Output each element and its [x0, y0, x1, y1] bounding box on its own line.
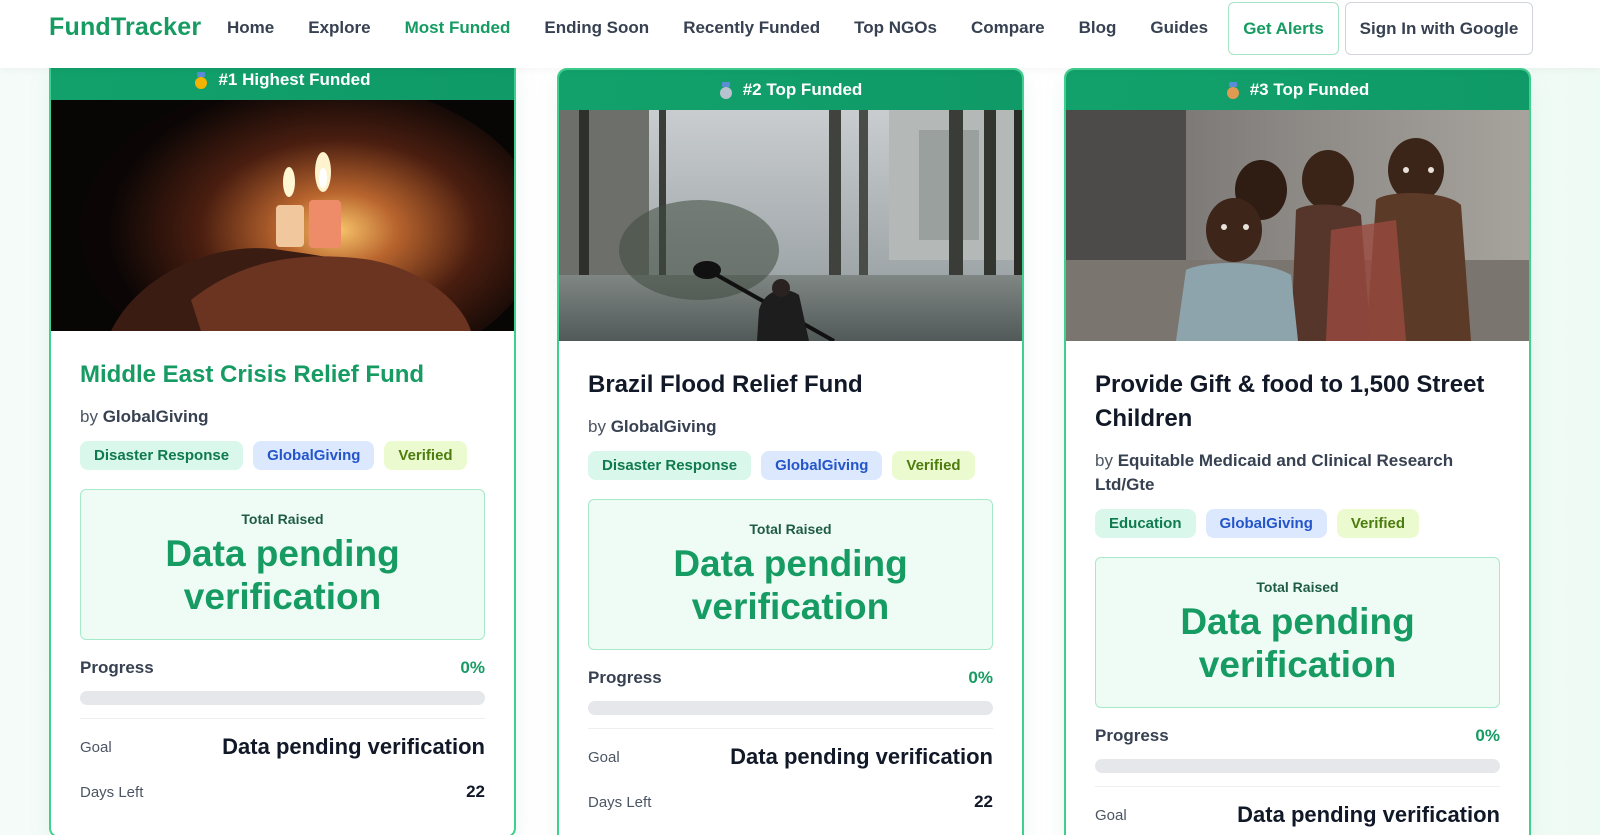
- divider: [588, 728, 993, 729]
- campaign-byline: by Equitable Medicaid and Clinical Resea…: [1095, 449, 1500, 497]
- progress-label: Progress: [588, 668, 662, 687]
- days-left-label: Days Left: [80, 783, 144, 801]
- total-raised-value: Data pending verification: [673, 543, 908, 627]
- campaign-image-candles: [51, 100, 514, 331]
- nav-link-most-funded[interactable]: Most Funded: [405, 18, 511, 38]
- campaign-image-flood: [559, 110, 1022, 341]
- verified-tag: Verified: [892, 451, 975, 480]
- goal-row: Goal Data pending verification: [588, 744, 993, 770]
- rank-label: #2 Top Funded: [742, 80, 863, 99]
- category-tag[interactable]: Education: [1095, 509, 1196, 538]
- source-tag[interactable]: GlobalGiving: [1205, 509, 1327, 538]
- progress-bar: [1095, 759, 1500, 773]
- source-tag[interactable]: GlobalGiving: [253, 441, 375, 470]
- by-prefix: by: [588, 417, 606, 436]
- goal-label: Goal: [588, 748, 620, 766]
- by-prefix: by: [80, 407, 98, 426]
- organization-name[interactable]: GlobalGiving: [611, 417, 717, 436]
- progress-bar: [80, 691, 485, 705]
- progress-label: Progress: [1095, 726, 1169, 745]
- days-left-value: 22: [466, 782, 485, 801]
- category-tag[interactable]: Disaster Response: [588, 451, 752, 480]
- total-raised-label: Total Raised: [241, 511, 324, 527]
- nav-link-blog[interactable]: Blog: [1079, 18, 1117, 38]
- campaign-title[interactable]: Middle East Crisis Relief Fund: [80, 358, 485, 392]
- get-alerts-button[interactable]: Get Alerts: [1228, 2, 1339, 55]
- rank-banner: #2 Top Funded: [559, 70, 1022, 110]
- candles-photo: [51, 100, 514, 331]
- total-raised-box: Total Raised Data pending verification: [588, 499, 993, 650]
- campaign-title[interactable]: Provide Gift & food to 1,500 Street Chil…: [1095, 368, 1500, 436]
- tag-list: Disaster Response GlobalGiving Verified: [588, 451, 993, 480]
- campaign-card-2[interactable]: #2 Top Funded Brazil Flood Relief Fund b…: [557, 68, 1024, 835]
- progress-row: Progress 0%: [1095, 726, 1500, 746]
- top-nav: FundTracker Home Explore Most Funded End…: [0, 0, 1600, 68]
- sign-in-google-button[interactable]: Sign In with Google: [1345, 2, 1533, 55]
- nav-link-home[interactable]: Home: [227, 18, 274, 38]
- progress-label: Progress: [80, 658, 154, 677]
- rank-label: #1 Highest Funded: [218, 70, 371, 89]
- organization-name[interactable]: Equitable Medicaid and Clinical Research…: [1095, 451, 1453, 494]
- total-raised-label: Total Raised: [749, 521, 832, 537]
- goal-label: Goal: [80, 738, 112, 756]
- progress-row: Progress 0%: [80, 658, 485, 678]
- goal-value: Data pending verification: [1237, 802, 1500, 827]
- by-prefix: by: [1095, 451, 1113, 470]
- source-tag[interactable]: GlobalGiving: [761, 451, 883, 480]
- total-raised-box: Total Raised Data pending verification: [80, 489, 485, 640]
- silver-medal-icon: [719, 82, 733, 99]
- total-raised-label: Total Raised: [1256, 579, 1339, 595]
- site-logo[interactable]: FundTracker: [49, 13, 201, 42]
- progress-row: Progress 0%: [588, 668, 993, 688]
- goal-row: Goal Data pending verification: [80, 734, 485, 760]
- progress-percent: 0%: [1475, 726, 1500, 745]
- goal-row: Goal Data pending verification: [1095, 802, 1500, 828]
- total-raised-value: Data pending verification: [1180, 601, 1415, 685]
- progress-percent: 0%: [460, 658, 485, 677]
- category-tag[interactable]: Disaster Response: [80, 441, 244, 470]
- divider: [80, 718, 485, 719]
- goal-value: Data pending verification: [222, 734, 485, 759]
- campaign-image-children: [1066, 110, 1529, 341]
- goal-value: Data pending verification: [730, 744, 993, 769]
- nav-links: Home Explore Most Funded Ending Soon Rec…: [227, 18, 1242, 38]
- gold-medal-icon: [194, 72, 208, 89]
- tag-list: Education GlobalGiving Verified: [1095, 509, 1500, 538]
- campaign-card-1[interactable]: #1 Highest Funded Middle East Crisis Rel…: [49, 58, 516, 835]
- children-photo: [1066, 110, 1529, 341]
- campaign-byline: by GlobalGiving: [588, 415, 993, 439]
- flood-photo: [559, 110, 1022, 341]
- days-left-label: Days Left: [588, 793, 652, 811]
- days-left-row: Days Left 22: [588, 792, 993, 812]
- rank-label: #3 Top Funded: [1249, 80, 1370, 99]
- nav-link-ending-soon[interactable]: Ending Soon: [544, 18, 649, 38]
- goal-label: Goal: [1095, 806, 1127, 824]
- organization-name[interactable]: GlobalGiving: [103, 407, 209, 426]
- campaign-title[interactable]: Brazil Flood Relief Fund: [588, 368, 993, 402]
- nav-link-compare[interactable]: Compare: [971, 18, 1045, 38]
- days-left-value: 22: [974, 792, 993, 811]
- days-left-row: Days Left 22: [80, 782, 485, 802]
- tag-list: Disaster Response GlobalGiving Verified: [80, 441, 485, 470]
- total-raised-box: Total Raised Data pending verification: [1095, 557, 1500, 708]
- nav-link-top-ngos[interactable]: Top NGOs: [854, 18, 937, 38]
- nav-link-recently-funded[interactable]: Recently Funded: [683, 18, 820, 38]
- progress-bar: [588, 701, 993, 715]
- progress-percent: 0%: [968, 668, 993, 687]
- campaign-card-3[interactable]: #3 Top Funded Provide Gift & food to 1,5…: [1064, 68, 1531, 835]
- rank-banner: #3 Top Funded: [1066, 70, 1529, 110]
- divider: [1095, 786, 1500, 787]
- verified-tag: Verified: [1336, 509, 1420, 538]
- nav-link-guides[interactable]: Guides: [1150, 18, 1208, 38]
- campaign-byline: by GlobalGiving: [80, 405, 485, 429]
- bronze-medal-icon: [1226, 82, 1240, 99]
- verified-tag: Verified: [384, 441, 467, 470]
- total-raised-value: Data pending verification: [165, 533, 400, 617]
- nav-link-explore[interactable]: Explore: [308, 18, 370, 38]
